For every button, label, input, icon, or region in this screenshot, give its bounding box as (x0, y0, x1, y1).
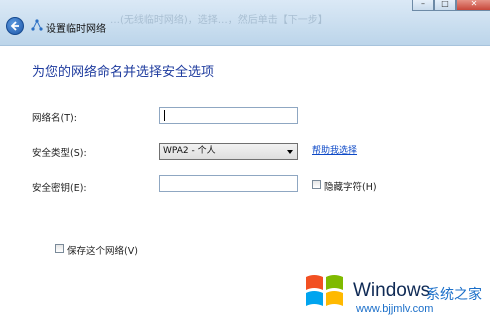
chevron-down-icon (287, 150, 293, 154)
watermark-site-name: 系统之家 (426, 287, 482, 303)
save-network-label: 保存这个网络(V) (67, 246, 138, 257)
background-window-text: …(无线临时网络)，选择…，然后单击【下一步】 (110, 15, 328, 26)
security-type-dropdown[interactable]: WPA2 - 个人 (159, 143, 298, 160)
save-network-checkbox[interactable] (55, 244, 64, 253)
minimize-button[interactable]: – (412, 0, 434, 11)
window-controls: – □ ✕ (412, 0, 490, 11)
watermark-brand: Windows (353, 280, 431, 301)
network-name-input[interactable] (159, 107, 298, 124)
hide-characters-checkbox[interactable] (312, 180, 321, 189)
security-type-label: 安全类型(S): (32, 148, 87, 159)
security-key-input[interactable] (159, 175, 298, 192)
security-key-label: 安全密钥(E): (32, 183, 87, 194)
text-caret (164, 110, 165, 121)
help-me-choose-link[interactable]: 帮助我选择 (312, 143, 357, 156)
page-heading: 为您的网络命名并选择安全选项 (32, 65, 215, 80)
close-button[interactable]: ✕ (456, 0, 490, 11)
windows-logo-icon (306, 275, 343, 306)
window-title: 设置临时网络 (46, 24, 106, 35)
maximize-button[interactable]: □ (434, 0, 456, 11)
title-bar: …(无线临时网络)，选择…，然后单击【下一步】 – □ ✕ 设置临时网络 (0, 0, 490, 46)
security-type-value: WPA2 - 个人 (163, 146, 216, 156)
watermark-url: www.bjjmlv.com (356, 303, 434, 315)
hide-characters-label: 隐藏字符(H) (324, 182, 377, 193)
network-name-label: 网络名(T): (32, 113, 77, 124)
back-arrow-icon[interactable] (6, 17, 24, 35)
network-icon (31, 19, 43, 31)
